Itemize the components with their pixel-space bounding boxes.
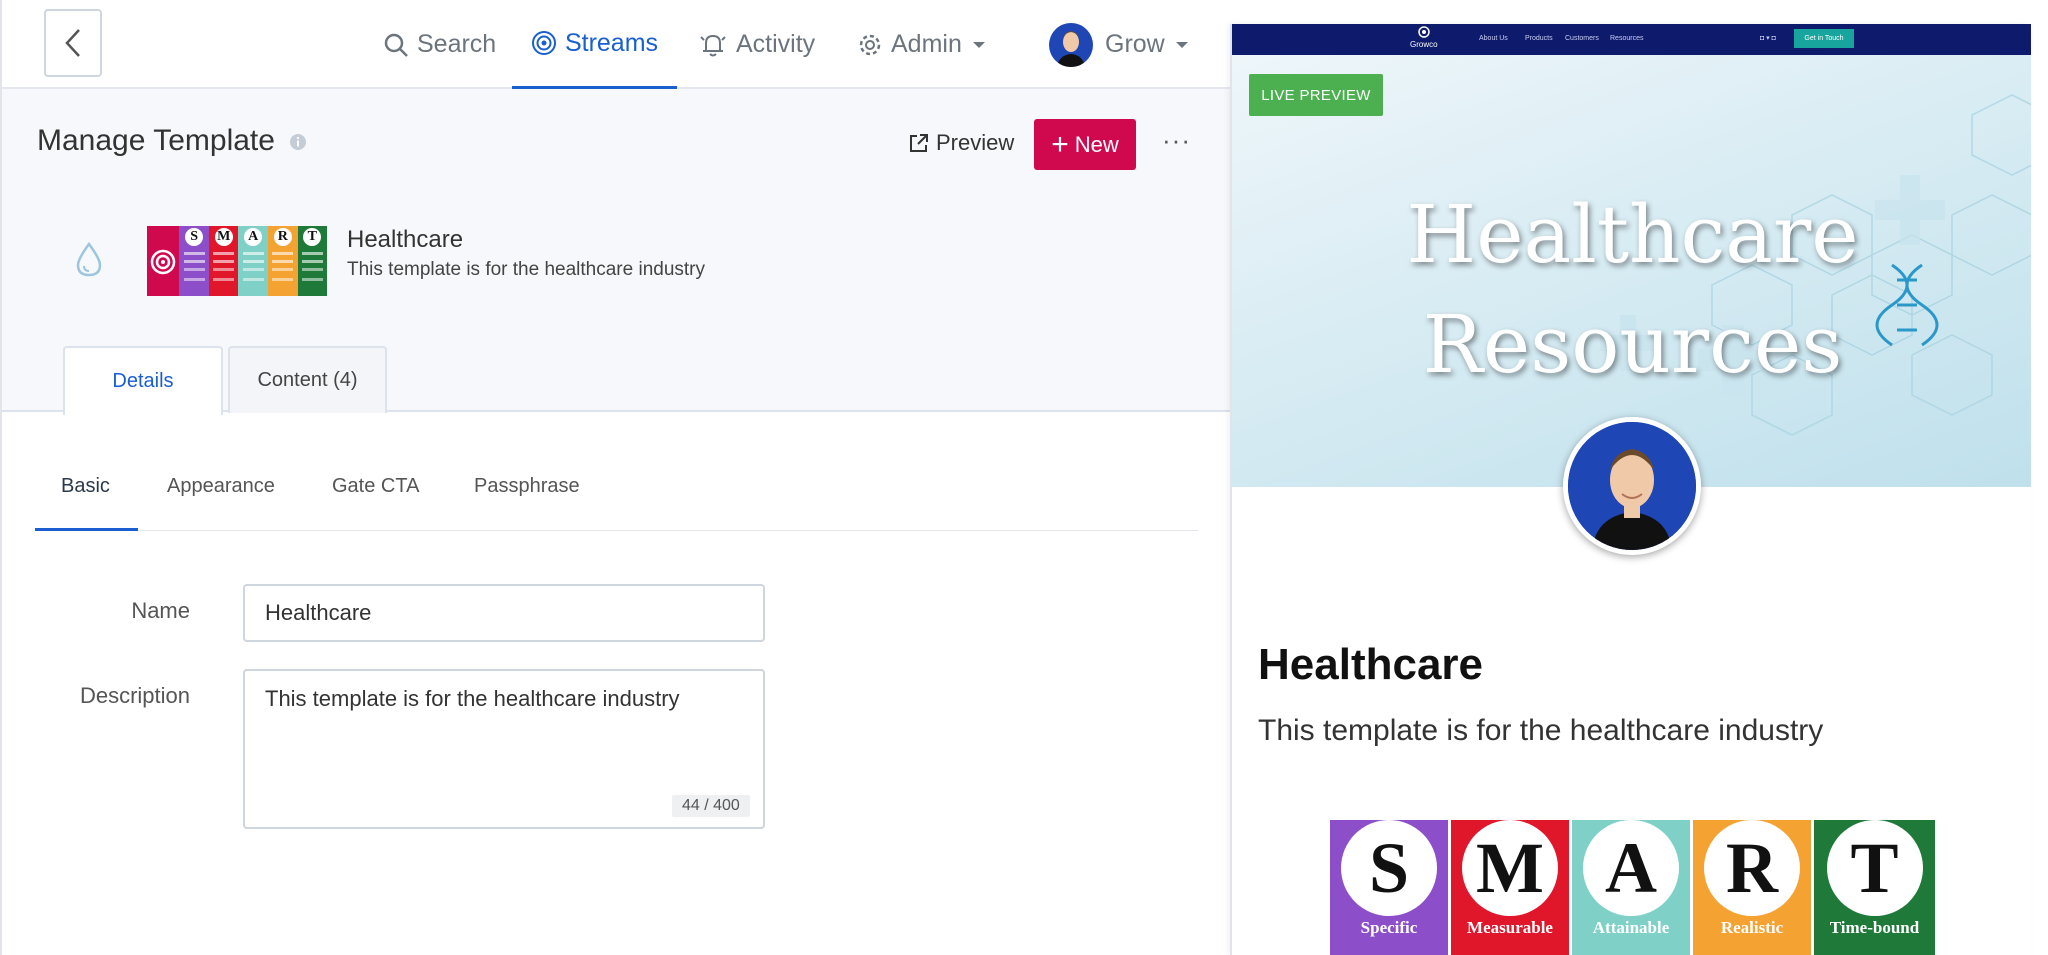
thumbnail-column: A — [238, 226, 268, 296]
preview-site-logo: Growco — [1410, 26, 1438, 49]
user-name: Grow — [1105, 30, 1165, 58]
name-label: Name — [131, 598, 190, 623]
page-title: Manage Template — [37, 124, 307, 158]
thumbnail-target — [147, 226, 180, 296]
thumbnail-column: S — [179, 226, 209, 296]
nav-search[interactable]: Search — [383, 0, 496, 89]
smart-letter: S — [1341, 820, 1437, 916]
template-description: This template is for the healthcare indu… — [347, 259, 706, 280]
more-options-button[interactable]: ··· — [1162, 125, 1191, 156]
nav-search-label: Search — [417, 30, 497, 58]
nav-activity[interactable]: Activity — [698, 0, 815, 89]
preview-site-nav: Growco About Us Products Customers Resou… — [1232, 24, 2031, 55]
preview-site-link[interactable]: Resources — [1610, 35, 1643, 42]
target-icon — [531, 31, 556, 55]
tab-content[interactable]: Content (4) — [228, 346, 387, 413]
thumbnail-letter: T — [303, 228, 322, 246]
preview-site-cta[interactable]: Get in Touch — [1794, 29, 1854, 48]
droplet-icon — [76, 241, 102, 277]
app-panel: Search Streams Activity Admin Grow Manag… — [0, 0, 1232, 955]
subtab-appearance[interactable]: Appearance — [167, 475, 275, 498]
smart-label: Realistic — [1720, 918, 1784, 937]
live-preview-badge: LIVE PREVIEW — [1249, 74, 1383, 116]
hero-title-line: Healthcare — [1406, 188, 1859, 281]
preview-profile-avatar — [1563, 417, 1701, 555]
nav-streams[interactable]: Streams — [512, 0, 677, 89]
external-link-icon — [910, 134, 928, 152]
caret-down-icon — [1175, 41, 1188, 48]
nav-admin[interactable]: Admin — [857, 0, 994, 89]
preview-site-logo-text: Growco — [1410, 40, 1438, 49]
nav-activity-label: Activity — [736, 30, 816, 58]
smart-column: R Realistic — [1693, 820, 1814, 955]
preview-title: Healthcare — [1258, 640, 1484, 689]
nav-admin-label: Admin — [891, 30, 962, 58]
subtab-divider — [35, 530, 1198, 531]
thumbnail-letter: M — [214, 228, 233, 246]
smart-label: Attainable — [1592, 918, 1670, 937]
smart-letter: R — [1704, 820, 1800, 916]
template-thumbnail: S M A R T — [147, 226, 328, 296]
gear-icon — [859, 34, 881, 55]
thumbnail-column: R — [268, 226, 298, 296]
preview-hero-title: Healthcare Resources — [1232, 180, 2031, 400]
subtab-active-indicator — [35, 528, 138, 531]
subtab-gate-cta[interactable]: Gate CTA — [332, 475, 419, 498]
thumbnail-letter: S — [185, 228, 204, 246]
preview-site-link[interactable]: Products — [1525, 35, 1553, 42]
smart-column: A Attainable — [1572, 820, 1693, 955]
preview-description: This template is for the healthcare indu… — [1258, 714, 1824, 747]
thumbnail-column: M — [208, 226, 239, 296]
preview-site-link[interactable]: Customers — [1565, 35, 1599, 42]
live-preview-panel: Growco About Us Products Customers Resou… — [1230, 24, 2031, 955]
bell-icon — [700, 34, 726, 56]
smart-label: Specific — [1360, 918, 1418, 937]
top-navigation: Search Streams Activity Admin Grow — [2, 0, 1232, 89]
subtab-passphrase[interactable]: Passphrase — [474, 475, 580, 498]
subtab-basic[interactable]: Basic — [61, 475, 110, 498]
preview-site-link[interactable]: About Us — [1479, 35, 1508, 42]
info-icon[interactable] — [289, 133, 307, 151]
hero-title-line: Resources — [1422, 298, 1843, 391]
smart-column: S Specific — [1330, 820, 1451, 955]
search-icon — [384, 33, 408, 57]
smart-letter: T — [1826, 820, 1923, 916]
social-icons: ◘ ▾ ◘ — [1760, 35, 1776, 42]
smart-letter: M — [1462, 820, 1558, 916]
smart-label: Time-bound — [1829, 918, 1920, 937]
nav-streams-label: Streams — [564, 28, 659, 57]
thumbnail-letter: A — [244, 228, 263, 246]
target-icon — [150, 249, 176, 275]
smart-column: M Measurable — [1451, 820, 1572, 955]
description-label: Description — [79, 683, 190, 708]
character-count: 44 / 400 — [672, 795, 750, 817]
name-field[interactable] — [243, 584, 765, 642]
tab-details[interactable]: Details — [63, 346, 223, 415]
smart-letter: A — [1583, 820, 1679, 916]
avatar — [1049, 22, 1093, 67]
back-button[interactable] — [44, 9, 102, 77]
smart-graphic: S Specific M Measurable A Attainable R R… — [1330, 820, 1935, 955]
preview-button-label: Preview — [936, 130, 1015, 155]
caret-down-icon — [972, 41, 985, 48]
template-name: Healthcare — [347, 226, 464, 253]
new-button-label: New — [1074, 131, 1119, 157]
new-button[interactable]: + New — [1034, 119, 1136, 170]
smart-label: Measurable — [1467, 918, 1553, 937]
chevron-left-icon — [65, 29, 80, 57]
smart-column: T Time-bound — [1814, 820, 1935, 955]
template-header: Manage Template Preview + New ··· S M A … — [2, 89, 1232, 415]
logo-icon — [1418, 26, 1430, 38]
thumbnail-column: T — [297, 226, 328, 296]
thumbnail-letter: R — [273, 228, 292, 246]
plus-icon: + — [1051, 127, 1069, 161]
page-title-text: Manage Template — [37, 124, 275, 157]
user-menu[interactable]: Grow — [1049, 0, 1197, 89]
preview-button[interactable]: Preview — [908, 117, 1014, 169]
